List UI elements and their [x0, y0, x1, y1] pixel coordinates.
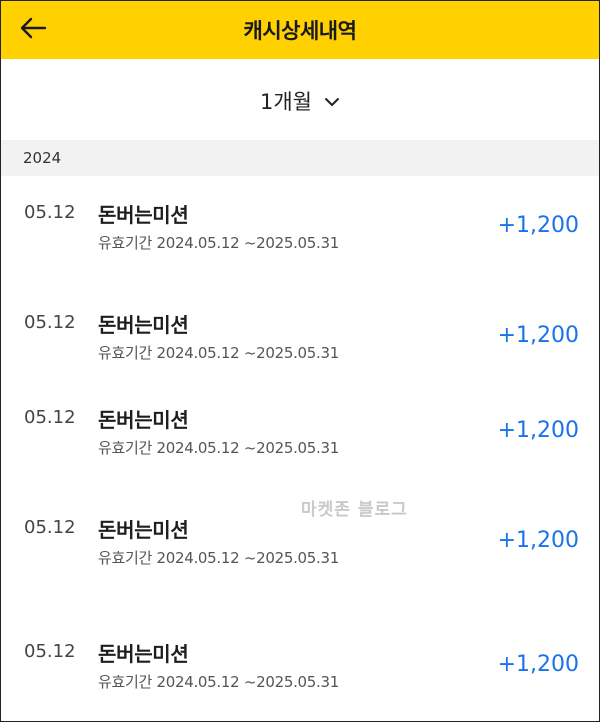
row-validity-period: 유효기간 2024.05.12 ~2025.05.31	[98, 439, 339, 457]
period-dropdown[interactable]: 1개월	[1, 81, 599, 121]
chevron-down-icon	[324, 92, 340, 111]
row-validity-period: 유효기간 2024.05.12 ~2025.05.31	[98, 234, 339, 252]
history-row[interactable]: 05.12 돈버는미션 유효기간 2024.05.12 ~2025.05.31 …	[1, 309, 599, 369]
row-title: 돈버는미션	[98, 518, 189, 542]
page-title: 캐시상세내역	[243, 19, 357, 43]
arrow-left-icon	[19, 17, 47, 43]
row-title: 돈버는미션	[98, 313, 189, 337]
row-amount: +1,200	[497, 323, 579, 348]
year-section-header: 2024	[1, 140, 599, 176]
row-amount: +1,200	[497, 652, 579, 677]
row-validity-period: 유효기간 2024.05.12 ~2025.05.31	[98, 344, 339, 362]
row-validity-period: 유효기간 2024.05.12 ~2025.05.31	[98, 549, 339, 567]
row-amount: +1,200	[497, 528, 579, 553]
row-amount: +1,200	[497, 418, 579, 443]
row-validity-period: 유효기간 2024.05.12 ~2025.05.31	[98, 673, 339, 691]
row-date: 05.12	[24, 517, 76, 538]
row-date: 05.12	[24, 407, 76, 428]
header-bar: 캐시상세내역	[1, 1, 599, 59]
history-row[interactable]: 05.12 돈버는미션 유효기간 2024.05.12 ~2025.05.31 …	[1, 199, 599, 259]
app-frame: 캐시상세내역 1개월 2024 05.12 돈버는미션 유효기간 2024.05…	[0, 0, 600, 722]
row-title: 돈버는미션	[98, 203, 189, 227]
history-row[interactable]: 05.12 돈버는미션 유효기간 2024.05.12 ~2025.05.31 …	[1, 404, 599, 464]
year-label: 2024	[23, 149, 62, 167]
row-date: 05.12	[24, 202, 76, 223]
back-button[interactable]	[11, 10, 55, 50]
row-date: 05.12	[24, 312, 76, 333]
history-row[interactable]: 05.12 돈버는미션 유효기간 2024.05.12 ~2025.05.31 …	[1, 638, 599, 698]
period-label: 1개월	[259, 90, 312, 114]
row-title: 돈버는미션	[98, 408, 189, 432]
history-row[interactable]: 05.12 돈버는미션 유효기간 2024.05.12 ~2025.05.31 …	[1, 514, 599, 574]
row-amount: +1,200	[497, 213, 579, 238]
row-date: 05.12	[24, 641, 76, 662]
row-title: 돈버는미션	[98, 642, 189, 666]
